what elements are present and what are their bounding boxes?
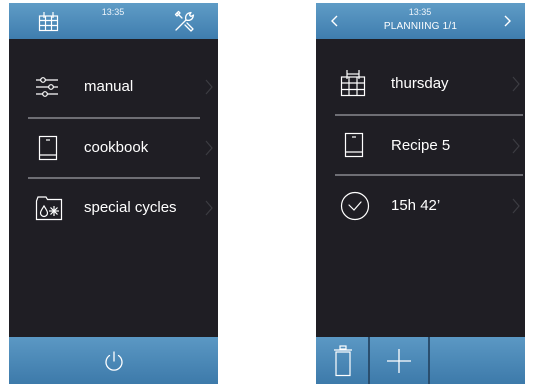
trash-icon: [334, 345, 352, 377]
clock-icon: [340, 191, 370, 221]
planning-item-day[interactable]: thursday: [316, 55, 525, 113]
chevron-right-icon: [205, 79, 213, 95]
planning-item-label: Recipe 5: [391, 137, 451, 154]
planning-screen: 13:35 PLANNIING 1/1 thursday Recipe 5 15…: [316, 3, 525, 384]
menu-item-special-cycles[interactable]: special cycles: [9, 179, 218, 237]
next-page-button[interactable]: [491, 3, 525, 39]
page-title: PLANNIING 1/1: [383, 21, 458, 32]
top-bar: 13:35 PLANNIING 1/1: [316, 3, 525, 39]
planning-item-label: thursday: [391, 75, 449, 92]
separator: [335, 174, 523, 176]
chevron-left-icon: [331, 15, 338, 27]
bar-divider: [428, 337, 430, 384]
special-cycles-icon: [35, 196, 63, 221]
clock-time: 13:35: [101, 7, 125, 17]
calendar-icon: [340, 70, 366, 97]
tools-icon[interactable]: [173, 9, 197, 33]
planning-item-recipe[interactable]: Recipe 5: [316, 117, 525, 175]
chevron-right-icon: [205, 140, 213, 156]
book-icon: [38, 135, 58, 161]
add-button[interactable]: [370, 337, 428, 384]
clock-time: 13:35: [408, 7, 432, 17]
book-icon: [344, 132, 364, 158]
sliders-icon: [36, 77, 58, 97]
chevron-right-icon: [512, 198, 520, 214]
bottom-bar: [316, 337, 525, 384]
chevron-right-icon: [205, 200, 213, 216]
plus-icon: [387, 349, 411, 373]
delete-button[interactable]: [316, 337, 368, 384]
power-icon[interactable]: [103, 350, 125, 372]
top-bar: 13:35: [9, 3, 218, 39]
menu-item-manual[interactable]: manual: [9, 58, 218, 116]
menu-item-label: cookbook: [84, 139, 149, 156]
chevron-right-icon: [512, 138, 520, 154]
menu-item-cookbook[interactable]: cookbook: [9, 119, 218, 177]
planning-item-label: 15h 42’: [391, 197, 441, 214]
menu-item-label: manual: [84, 78, 134, 95]
menu-item-label: special cycles: [84, 199, 177, 216]
planning-item-time[interactable]: 15h 42’: [316, 177, 525, 235]
main-menu-screen: 13:35 manual cookbook special cycles: [9, 3, 218, 384]
chevron-right-icon: [512, 76, 520, 92]
calendar-icon[interactable]: [38, 11, 59, 32]
previous-page-button[interactable]: [316, 3, 350, 39]
bottom-bar: [9, 337, 218, 384]
chevron-right-icon: [504, 15, 511, 27]
separator: [335, 114, 523, 116]
